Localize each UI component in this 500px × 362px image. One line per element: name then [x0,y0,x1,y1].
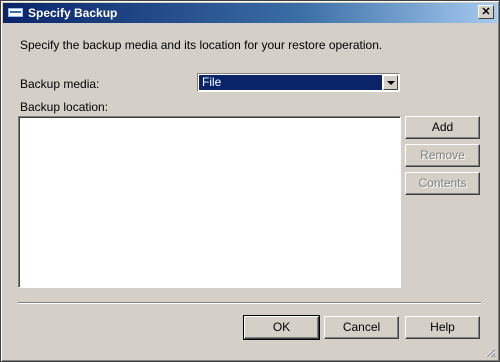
resize-grip-icon[interactable] [484,346,496,358]
close-button[interactable]: ✕ [478,5,494,19]
title-bar[interactable]: Specify Backup ✕ [3,3,497,23]
backup-location-list[interactable] [18,116,401,288]
help-button[interactable]: Help [405,316,480,339]
instruction-text: Specify the backup media and its locatio… [20,38,383,52]
window-title: Specify Backup [28,6,118,20]
add-button[interactable]: Add [405,116,480,139]
backup-media-select[interactable]: File [197,73,400,92]
specify-backup-dialog: Specify Backup ✕ Specify the backup medi… [0,0,500,362]
backup-media-label: Backup media: [20,77,100,91]
window-icon [8,8,23,17]
cancel-button[interactable]: Cancel [324,316,399,339]
backup-media-value: File [199,75,382,90]
backup-location-label: Backup location: [20,100,109,114]
chevron-down-icon[interactable] [383,75,398,90]
footer-separator [18,302,481,304]
ok-button[interactable]: OK [243,315,320,340]
contents-button[interactable]: Contents [405,172,480,195]
remove-button[interactable]: Remove [405,144,480,167]
